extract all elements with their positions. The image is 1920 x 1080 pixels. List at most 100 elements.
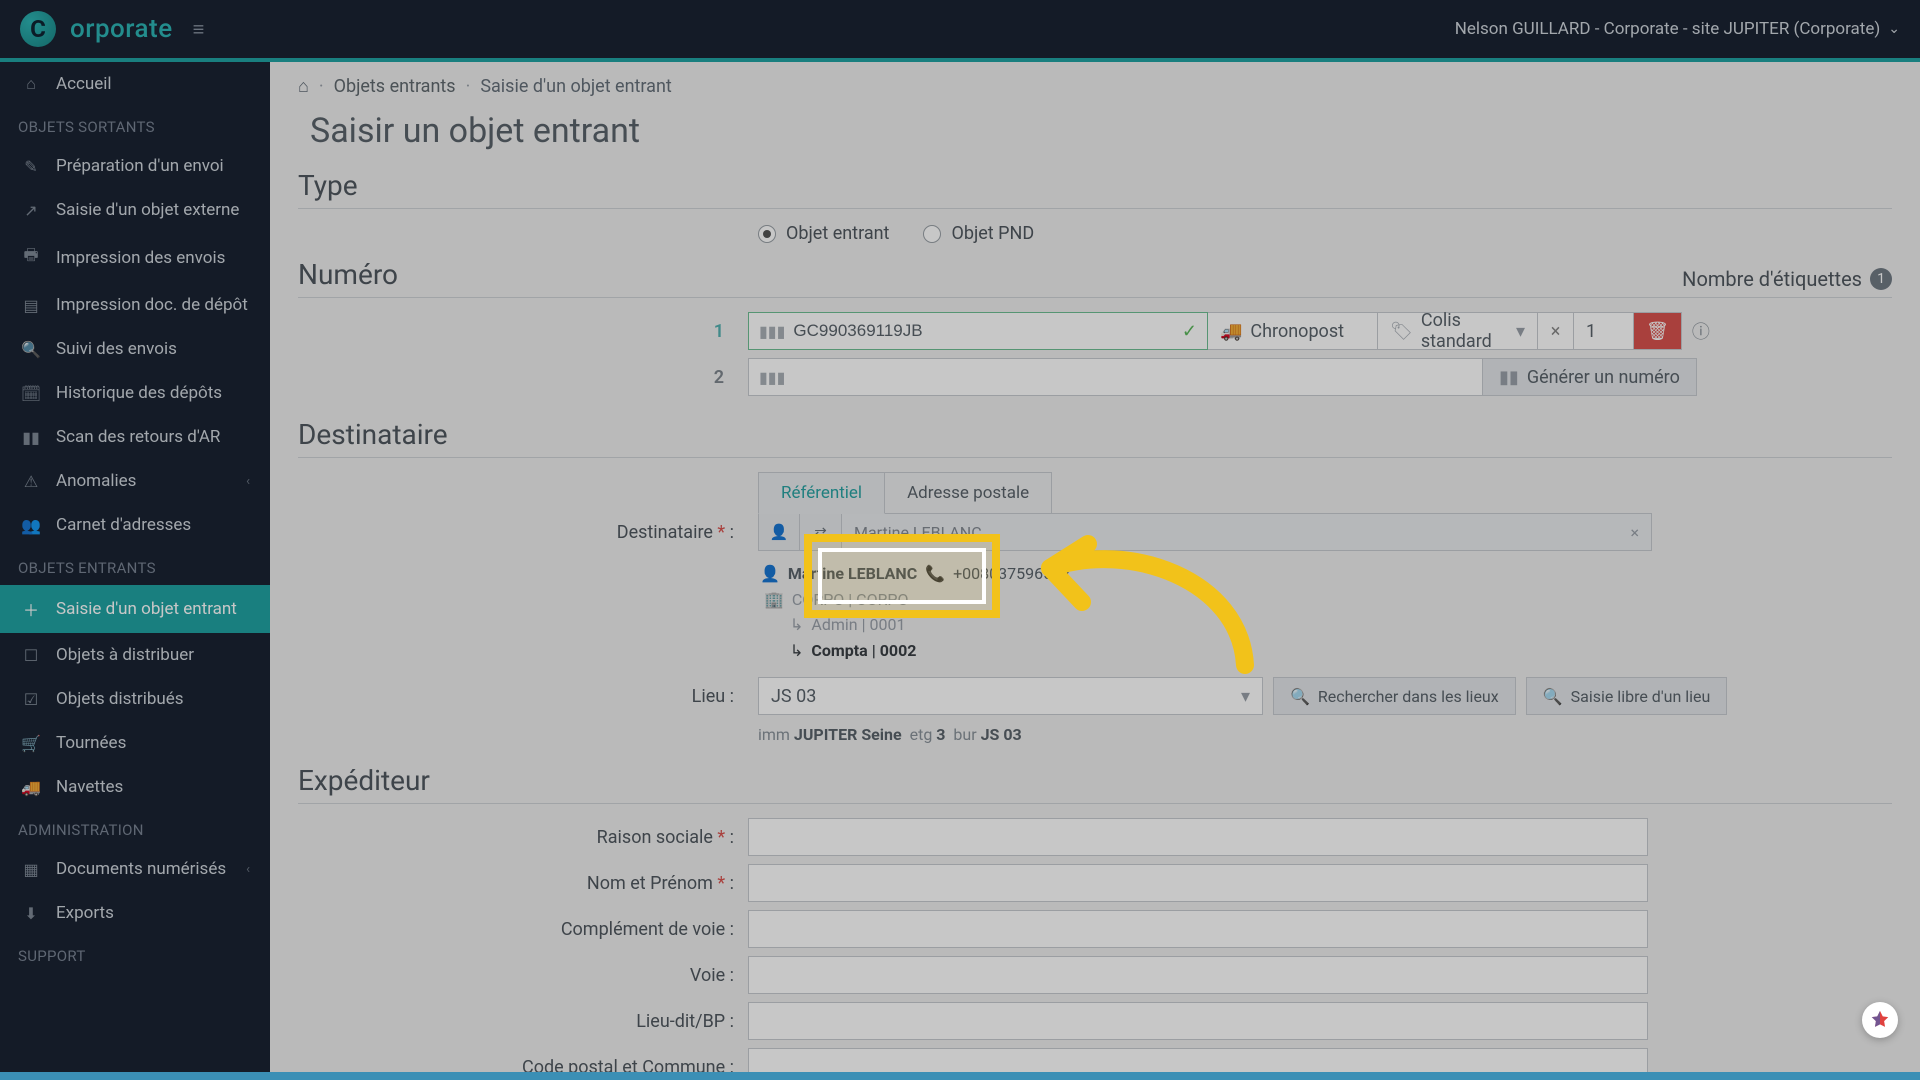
phone-icon: 📞 <box>925 561 945 587</box>
home-icon: ⌂ <box>20 74 42 94</box>
labels-count-text: Nombre d'étiquettes <box>1682 267 1862 291</box>
sidebar-item-label: Impression des envois <box>56 248 225 268</box>
sidebar-item-deposit-history[interactable]: 🗓Historique des dépôts <box>0 371 270 415</box>
destinataire-value: Martine LEBLANC <box>854 523 982 542</box>
sidebar-item-label: Objets distribués <box>56 689 184 709</box>
sidebar-item-label: Scan des retours d'AR <box>56 427 220 447</box>
sidebar-item-label: Saisie d'un objet externe <box>56 200 239 220</box>
sub-arrow-icon: ↳ <box>790 612 803 638</box>
package-type-select[interactable]: 🏷 Colis standard ▾ <box>1378 312 1538 350</box>
sidebar-item-anomalies[interactable]: ⚠Anomalies‹ <box>0 459 270 503</box>
search-icon: 🔍 <box>1543 687 1563 706</box>
sidebar-item-track[interactable]: 🔍Suivi des envois <box>0 327 270 371</box>
breadcrumb-sep: · <box>466 76 471 97</box>
swap-button[interactable]: ⇄ <box>800 513 842 551</box>
sidebar-item-label: Historique des dépôts <box>56 383 222 403</box>
pencil-icon: ✎ <box>20 157 42 176</box>
chevron-left-icon: ‹ <box>246 474 250 489</box>
generate-number-button[interactable]: ▮▮ Générer un numéro <box>1482 358 1697 396</box>
topbar: C orporate ≡ Nelson GUILLARD - Corporate… <box>0 0 1920 58</box>
dest-org: CORPO | CORPO <box>792 587 909 613</box>
breadcrumb-link-1[interactable]: Objets entrants <box>334 76 456 97</box>
bottom-accent-bar <box>0 1072 1920 1080</box>
carrier-cell[interactable]: 🚚 Chronopost <box>1208 312 1378 350</box>
sidebar-item-label: Tournées <box>56 733 126 753</box>
search-locations-button[interactable]: 🔍 Rechercher dans les lieux <box>1273 677 1516 715</box>
sidebar-item-incoming-entry[interactable]: ＋ Saisie d'un objet entrant <box>0 585 270 633</box>
tab-adresse-postale[interactable]: Adresse postale <box>885 472 1052 514</box>
sidebar: ⌂ Accueil OBJETS SORTANTS ✎Préparation d… <box>0 62 270 1080</box>
sidebar-item-scan-ar[interactable]: ▮▮Scan des retours d'AR <box>0 415 270 459</box>
brand-logo-icon: C <box>20 11 56 47</box>
exp-field-input[interactable] <box>748 864 1648 902</box>
sidebar-item-shuttles[interactable]: 🚚Navettes <box>0 765 270 809</box>
sidebar-item-print-deposit[interactable]: ▤ Impression doc. de dépôt <box>0 283 270 327</box>
help-floating-button[interactable] <box>1862 1002 1898 1038</box>
radio-objet-entrant[interactable]: Objet entrant <box>758 223 889 244</box>
barcode-field[interactable] <box>793 321 1181 341</box>
person-picker-button[interactable]: 👤 <box>758 513 800 551</box>
caret-down-icon: ▾ <box>1516 321 1525 342</box>
checkbox-icon: ☐ <box>20 646 42 665</box>
sidebar-item-label: Exports <box>56 903 114 923</box>
sidebar-item-home[interactable]: ⌂ Accueil <box>0 62 270 106</box>
external-icon: ↗ <box>20 201 42 220</box>
qty-cell[interactable]: 1 <box>1574 312 1634 350</box>
sidebar-section-outgoing: OBJETS SORTANTS <box>0 106 270 144</box>
breadcrumb-sep: · <box>319 76 324 97</box>
search-icon: 🔍 <box>1290 687 1310 706</box>
clear-qty-button[interactable]: × <box>1538 312 1574 350</box>
lieu-select[interactable]: JS 03 ▾ <box>758 677 1263 715</box>
brand-block: C orporate ≡ <box>20 11 204 47</box>
sidebar-item-prepare-send[interactable]: ✎Préparation d'un envoi <box>0 144 270 188</box>
user-context-dropdown[interactable]: Nelson GUILLARD - Corporate - site JUPIT… <box>1455 19 1900 39</box>
cart-icon: 🛒 <box>20 734 42 753</box>
free-location-button[interactable]: 🔍 Saisie libre d'un lieu <box>1526 677 1728 715</box>
barcode-icon: ▮▮▮ <box>759 322 785 341</box>
person-icon: 👤 <box>770 523 789 541</box>
sidebar-item-external-entry[interactable]: ↗ Saisie d'un objet externe <box>0 188 270 232</box>
sidebar-item-print-send[interactable]: 🖶 Impression des envois <box>0 232 270 283</box>
sidebar-item-label: Impression doc. de dépôt <box>56 295 248 315</box>
page-title: Saisir un objet entrant <box>270 105 1920 169</box>
print-icon: 🖶 <box>20 244 42 271</box>
dest-person-name: Martine LEBLANC <box>788 561 917 587</box>
delete-row-button[interactable]: 🗑 <box>1634 312 1682 350</box>
qty-value: 1 <box>1586 321 1596 342</box>
truck-icon: 🚚 <box>1220 321 1242 342</box>
exp-field-input[interactable] <box>748 910 1648 948</box>
destinataire-details: 👤 Martine LEBLANC 📞 +008037596522 🏢 CORP… <box>760 561 1892 663</box>
sidebar-item-scanned-docs[interactable]: ▦Documents numérisés‹ <box>0 847 270 891</box>
sidebar-item-label: Documents numérisés <box>56 859 226 879</box>
plus-icon: ＋ <box>20 597 42 621</box>
sidebar-item-distributed[interactable]: ☑ Objets distribués <box>0 677 270 721</box>
user-context-label: Nelson GUILLARD - Corporate - site JUPIT… <box>1455 19 1881 39</box>
tab-referentiel[interactable]: Référentiel <box>758 472 885 514</box>
radio-objet-pnd[interactable]: Objet PND <box>923 223 1034 244</box>
lieu-value: JS 03 <box>771 686 816 707</box>
sidebar-item-exports[interactable]: ⬇Exports <box>0 891 270 935</box>
clear-icon[interactable]: × <box>1630 523 1639 542</box>
info-icon[interactable]: ⓘ <box>1692 318 1710 344</box>
person-icon: 👤 <box>760 561 780 587</box>
destinataire-field[interactable]: Martine LEBLANC × <box>842 513 1652 551</box>
sidebar-item-label: Suivi des envois <box>56 339 177 359</box>
barcode-field[interactable] <box>793 367 1472 387</box>
brand-name: orporate <box>70 14 173 44</box>
exp-field-input[interactable] <box>748 1002 1648 1040</box>
exp-field-input[interactable] <box>748 956 1648 994</box>
exp-field-input[interactable] <box>748 818 1648 856</box>
radio-dot-icon <box>923 225 941 243</box>
sidebar-item-addressbook[interactable]: 👥Carnet d'adresses <box>0 503 270 547</box>
package-type-value: Colis standard <box>1421 310 1508 352</box>
breadcrumb: ⌂ · Objets entrants · Saisie d'un objet … <box>270 62 1920 105</box>
barcode-input-2[interactable]: ▮▮▮ <box>748 358 1483 396</box>
sidebar-item-label: Saisie d'un objet entrant <box>56 599 237 619</box>
barcode-input-1[interactable]: ▮▮▮ ✓ <box>748 312 1208 350</box>
sidebar-item-to-distribute[interactable]: ☐Objets à distribuer <box>0 633 270 677</box>
home-icon[interactable]: ⌂ <box>298 76 309 97</box>
checked-icon: ☑ <box>20 690 42 709</box>
document-icon: ▤ <box>20 296 42 315</box>
menu-toggle-icon[interactable]: ≡ <box>193 17 205 42</box>
sidebar-item-rounds[interactable]: 🛒 Tournées <box>0 721 270 765</box>
